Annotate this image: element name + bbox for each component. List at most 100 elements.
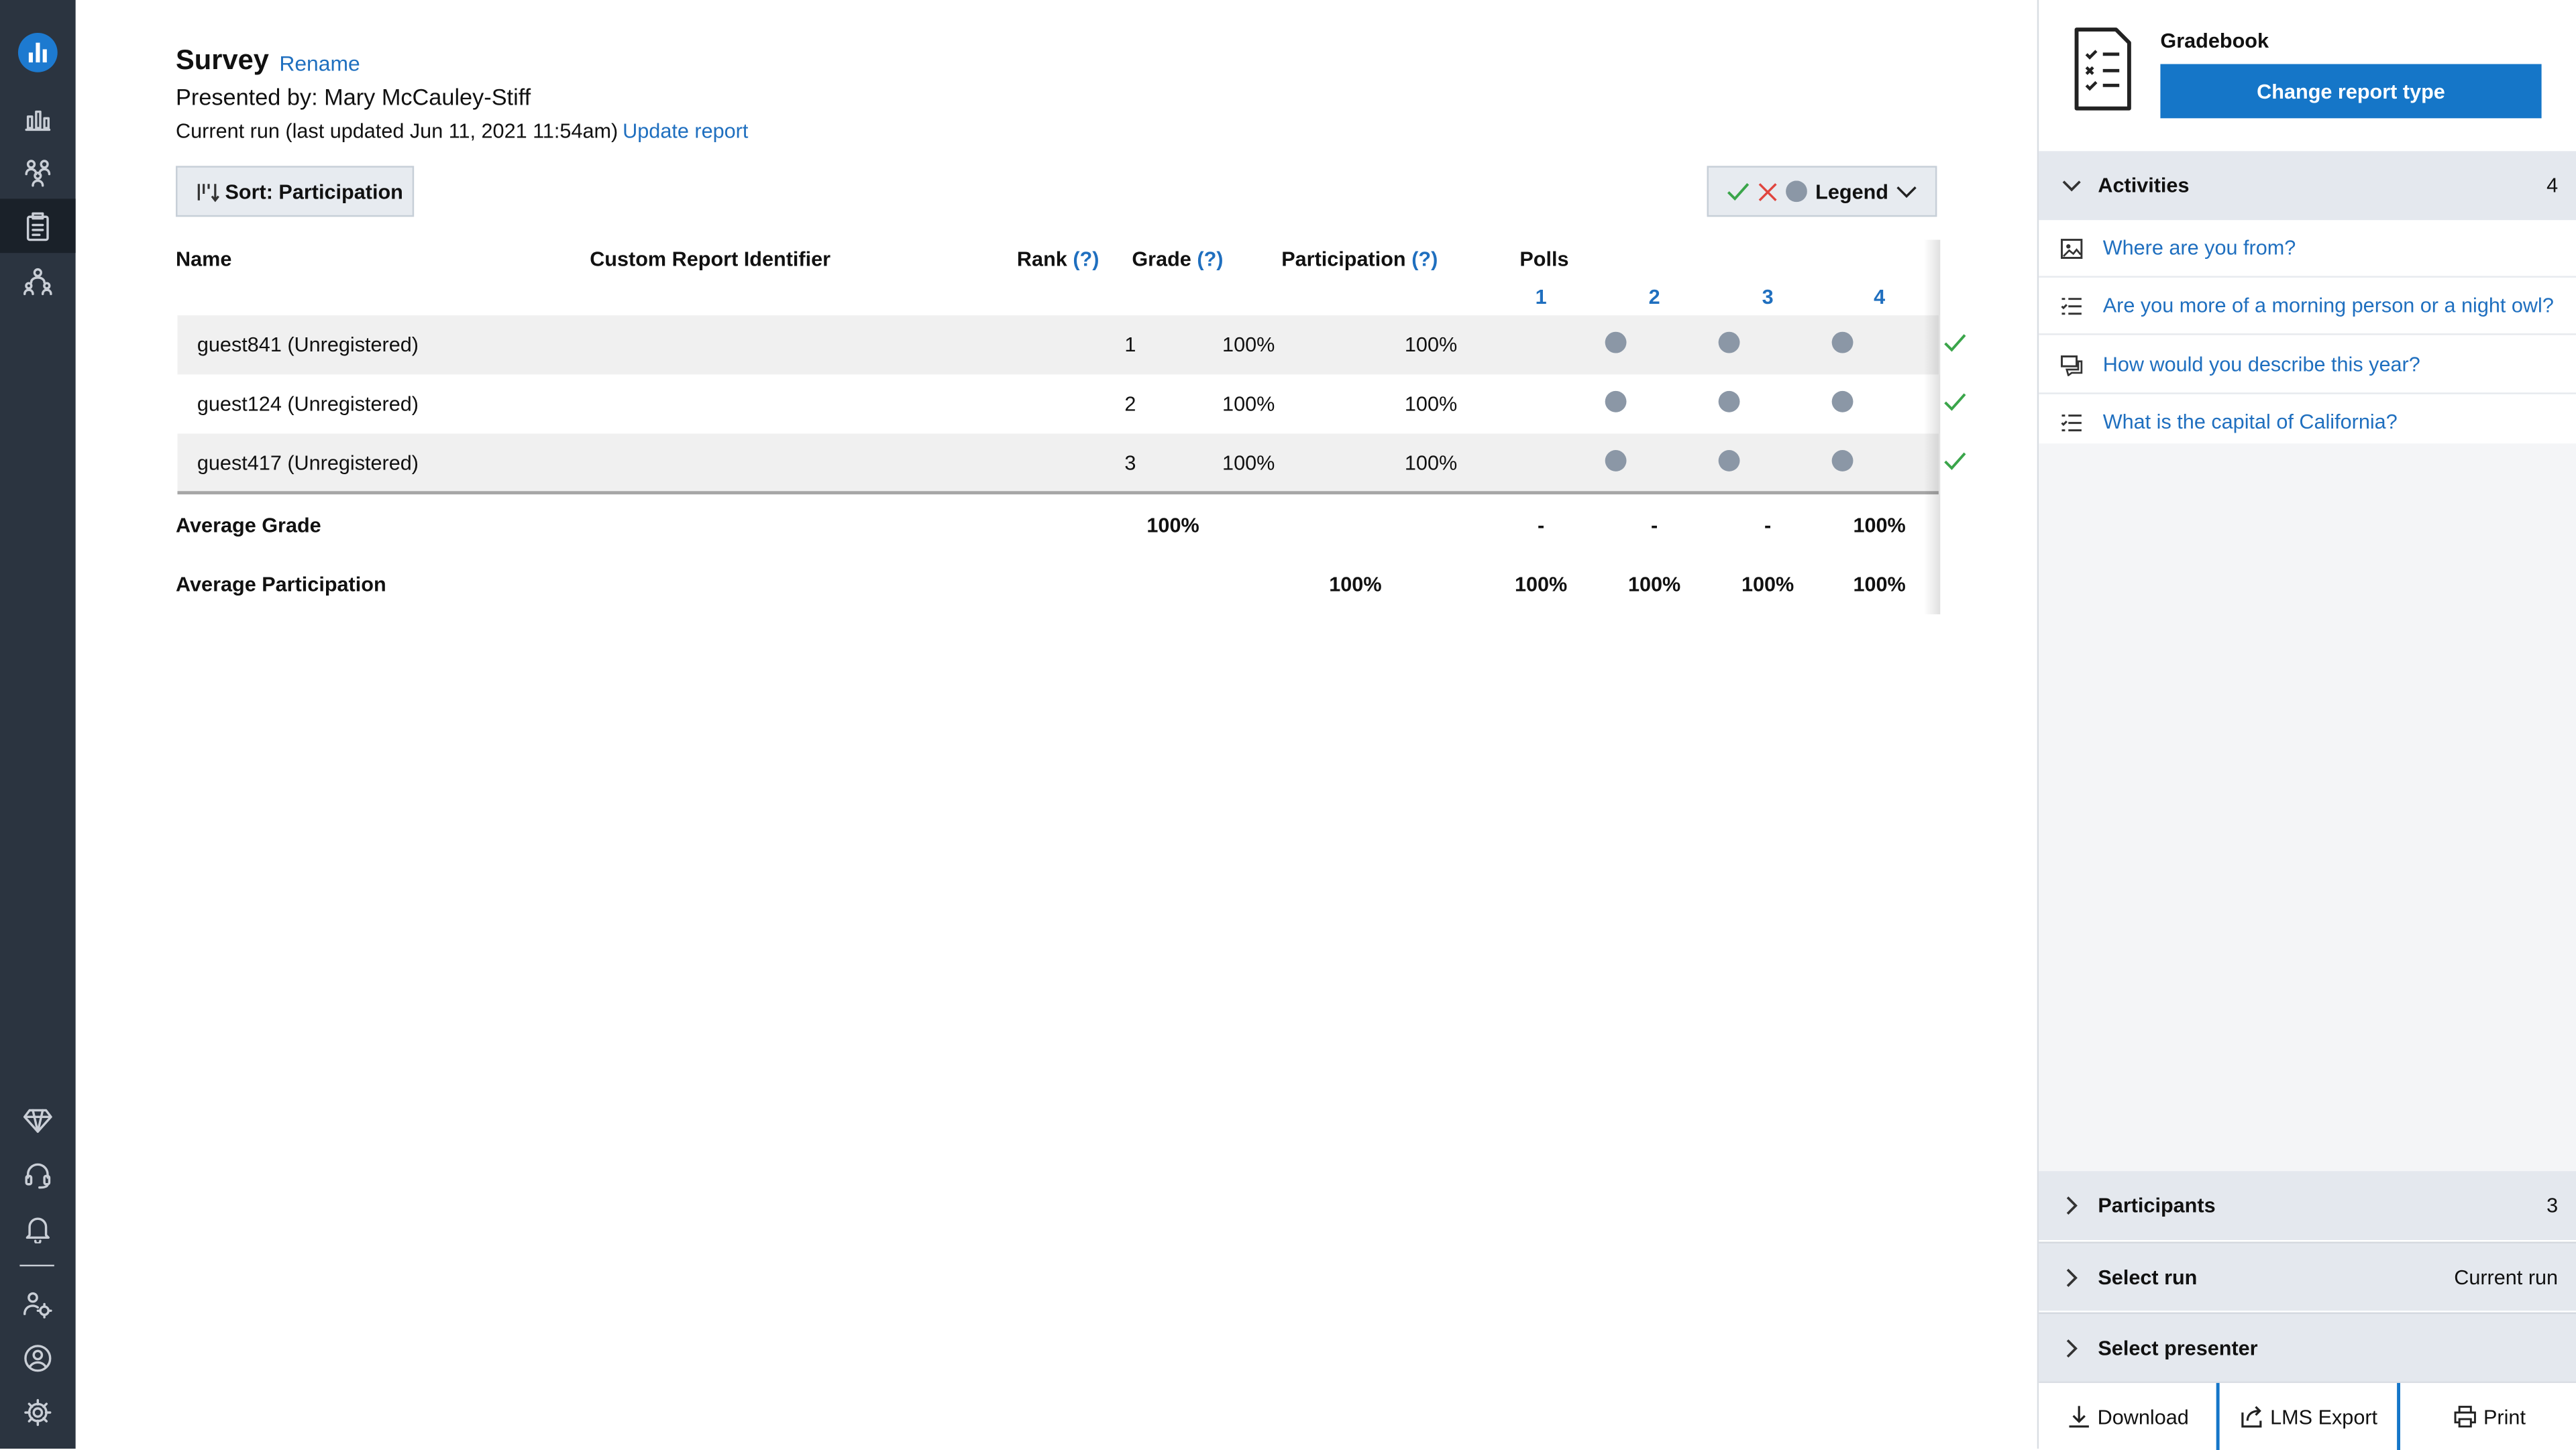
open-ended-icon (2060, 353, 2086, 376)
sort-label: Sort: Participation (225, 180, 403, 203)
activities-label: Activities (2098, 174, 2190, 197)
print-label: Print (2483, 1405, 2526, 1429)
answered-dot-icon (1831, 450, 1854, 471)
chevron-right-icon (2066, 1338, 2078, 1357)
current-run-info: Current run (last updated Jun 11, 2021 1… (176, 119, 619, 144)
printer-icon (2453, 1406, 2476, 1428)
average-participation-poll-2: 100% (1627, 573, 1681, 596)
header-rank: Rank (?) (1017, 248, 1099, 271)
select-run-value: Current run (2454, 1265, 2559, 1289)
report-main: Survey Rename Presented by: Mary McCaule… (76, 0, 2037, 1449)
group-icon[interactable] (18, 261, 58, 300)
table-row[interactable]: guest417 (Unregistered) 3 100% 100% (177, 433, 1966, 493)
app-logo-icon[interactable] (17, 32, 58, 72)
bar-chart-icon[interactable] (18, 99, 58, 138)
download-icon (2068, 1406, 2089, 1428)
average-grade-poll-4: 100% (1853, 514, 1906, 537)
average-participation-label: Average Participation (176, 573, 386, 596)
table-row[interactable]: guest841 (Unregistered) 1 100% 100% (177, 315, 1966, 375)
average-grade-value: 100% (1146, 514, 1199, 537)
people-icon[interactable] (18, 153, 58, 192)
print-button[interactable]: Print (2400, 1383, 2576, 1450)
answered-dot-icon (1831, 390, 1854, 412)
bell-icon[interactable] (18, 1209, 58, 1248)
average-grade-poll-3: - (1764, 514, 1772, 537)
answered-dot-icon (1718, 331, 1740, 353)
header-custom-id: Custom Report Identifier (590, 247, 831, 272)
change-report-type-button[interactable]: Change report type (2160, 64, 2542, 119)
account-icon[interactable] (18, 1339, 58, 1378)
rank-value: 2 (1124, 392, 1136, 416)
chevron-down-icon (2062, 180, 2081, 192)
table-divider (177, 491, 1939, 495)
presented-by: Presented by: Mary McCauley-Stiff (176, 83, 531, 111)
export-toolbar: Download LMS Export Print (2039, 1381, 2576, 1450)
sort-icon (197, 183, 219, 202)
chevron-down-icon (1896, 185, 1918, 199)
answered-dot-icon (1831, 331, 1854, 353)
nav-rail (0, 0, 76, 1449)
poll-number-3[interactable]: 3 (1752, 286, 1784, 309)
multiple-choice-icon (2060, 294, 2086, 317)
header-grade-label: Grade (1132, 247, 1191, 272)
poll-number-1[interactable]: 1 (1525, 286, 1558, 309)
diamond-icon[interactable] (18, 1101, 58, 1140)
activity-title: Where are you from? (2102, 236, 2296, 260)
gradebook-document-icon (2074, 27, 2131, 111)
header-polls: Polls (1519, 247, 1569, 272)
sort-button[interactable]: Sort: Participation (176, 166, 415, 217)
activities-section-header[interactable]: Activities 4 (2039, 151, 2576, 221)
answered-dot-icon (1605, 450, 1627, 471)
headset-icon[interactable] (18, 1155, 58, 1194)
participation-value: 100% (1404, 392, 1458, 416)
participant-name: guest841 (Unregistered) (197, 333, 419, 357)
grade-value: 100% (1222, 392, 1275, 416)
report-title: Survey (176, 44, 269, 76)
participants-count: 3 (2546, 1194, 2559, 1217)
grade-help-link[interactable]: (?) (1197, 248, 1223, 271)
download-button[interactable]: Download (2039, 1383, 2220, 1450)
activity-item[interactable]: Where are you from? (2039, 220, 2576, 278)
participant-name: guest124 (Unregistered) (197, 392, 419, 416)
participants-section-header[interactable]: Participants 3 (2039, 1171, 2576, 1240)
correct-check-icon (1944, 452, 1966, 470)
activity-item[interactable]: How would you describe this year? (2039, 337, 2576, 394)
table-row[interactable]: guest124 (Unregistered) 2 100% 100% (177, 374, 1966, 433)
grade-value: 100% (1222, 333, 1275, 357)
grade-value: 100% (1222, 451, 1275, 475)
clipboard-report-icon[interactable] (18, 207, 58, 247)
average-grade-label: Average Grade (176, 514, 321, 537)
settings-gear-icon[interactable] (18, 1393, 58, 1433)
update-report-link[interactable]: Update report (623, 120, 748, 143)
select-presenter-section-header[interactable]: Select presenter (2039, 1312, 2576, 1382)
image-poll-icon (2060, 237, 2086, 260)
activity-item[interactable]: Are you more of a morning person or a ni… (2039, 278, 2576, 335)
select-run-label: Select run (2098, 1265, 2198, 1289)
participation-value: 100% (1404, 451, 1458, 475)
average-participation-poll-1: 100% (1514, 573, 1568, 596)
nav-divider (19, 1264, 54, 1267)
lms-export-button[interactable]: LMS Export (2220, 1383, 2400, 1450)
select-presenter-label: Select presenter (2098, 1336, 2258, 1359)
poll-number-2[interactable]: 2 (1638, 286, 1671, 309)
rename-link[interactable]: Rename (279, 51, 360, 76)
activity-title: What is the capital of California? (2102, 410, 2398, 434)
download-label: Download (2097, 1405, 2189, 1429)
user-settings-icon[interactable] (18, 1284, 58, 1324)
header-participation: Participation (?) (1281, 248, 1438, 271)
average-participation-value: 100% (1329, 573, 1382, 596)
select-run-section-header[interactable]: Select run Current run (2039, 1241, 2576, 1311)
dot-icon (1786, 180, 1807, 203)
participation-help-link[interactable]: (?) (1411, 248, 1438, 271)
export-icon (2241, 1406, 2262, 1428)
report-settings-panel: Gradebook Change report type Activities … (2037, 0, 2576, 1450)
legend-button[interactable]: Legend (1707, 166, 1937, 217)
cross-icon (1758, 182, 1777, 201)
header-name: Name (176, 247, 232, 272)
answered-dot-icon (1605, 390, 1627, 412)
poll-number-4[interactable]: 4 (1863, 286, 1896, 309)
average-grade-poll-2: - (1651, 514, 1658, 537)
chevron-right-icon (2066, 1268, 2078, 1286)
participation-value: 100% (1404, 333, 1458, 357)
rank-help-link[interactable]: (?) (1073, 248, 1099, 271)
